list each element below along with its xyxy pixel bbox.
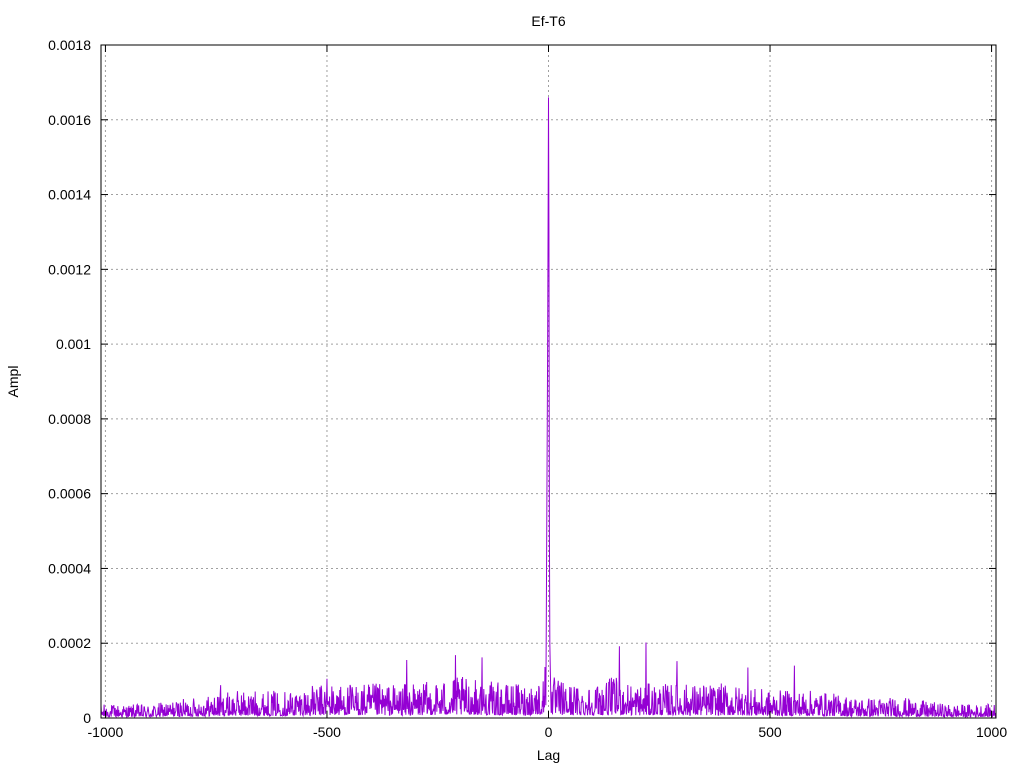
y-tick-label: 0.0006 bbox=[48, 486, 91, 502]
y-tick-label: 0.0008 bbox=[48, 411, 91, 427]
x-axis-title: Lag bbox=[537, 747, 560, 763]
series-line bbox=[100, 97, 997, 719]
y-tick-label: 0.0002 bbox=[48, 635, 91, 651]
y-tick-label: 0.0012 bbox=[48, 261, 91, 277]
ticks: -1000 -500 0 500 1000 0 0.0002 0.0004 0.0006 0.00… bbox=[48, 37, 1007, 740]
y-tick-label: 0.0004 bbox=[48, 560, 91, 576]
chart-svg: -1000 -500 0 500 1000 0 0.0002 0.0004 0.0006 0.00… bbox=[5, 13, 1007, 763]
x-tick-label: -500 bbox=[313, 724, 341, 740]
x-tick-label: 1000 bbox=[976, 724, 1007, 740]
x-tick-label: 0 bbox=[545, 724, 553, 740]
x-tick-label: 500 bbox=[758, 724, 782, 740]
data-series bbox=[100, 97, 997, 719]
y-tick-label: 0 bbox=[83, 710, 91, 726]
chart-title: Ef-T6 bbox=[531, 13, 565, 29]
y-axis-title: Ampl bbox=[5, 366, 21, 398]
chart: -1000 -500 0 500 1000 0 0.0002 0.0004 0.0006 0.00… bbox=[0, 0, 1024, 768]
x-tick-label: -1000 bbox=[88, 724, 124, 740]
y-tick-label: 0.0014 bbox=[48, 187, 91, 203]
y-tick-label: 0.0018 bbox=[48, 37, 91, 53]
y-tick-label: 0.0016 bbox=[48, 112, 91, 128]
y-tick-label: 0.001 bbox=[56, 336, 91, 352]
